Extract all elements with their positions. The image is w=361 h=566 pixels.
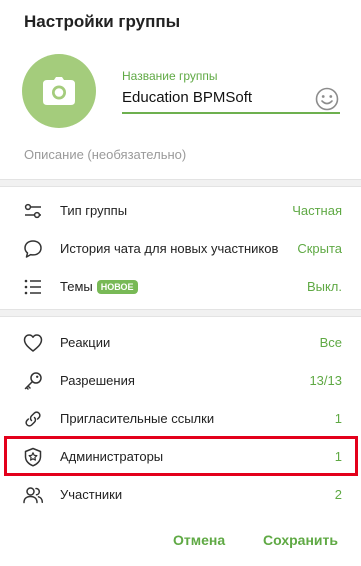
chat-history-label: История чата для новых участников <box>60 241 279 256</box>
section-divider <box>0 309 361 317</box>
key-icon <box>24 372 42 390</box>
reactions-value: Все <box>319 335 342 350</box>
group-type-row[interactable]: Тип группы Частная <box>0 192 361 230</box>
link-icon <box>25 411 41 427</box>
chat-history-value: Скрыта <box>297 241 342 256</box>
reactions-label: Реакции <box>60 335 111 350</box>
members-row[interactable]: Участники 2 <box>0 476 361 514</box>
topics-value: Выкл. <box>306 279 342 294</box>
permissions-label: Разрешения <box>60 373 135 388</box>
administrators-row[interactable]: Администраторы 1 <box>0 438 361 476</box>
section-divider <box>0 179 361 187</box>
invite-links-value: 1 <box>334 411 342 426</box>
reactions-row[interactable]: Реакции Все <box>0 324 361 362</box>
cancel-button[interactable]: Отмена <box>173 532 225 548</box>
new-badge: НОВОЕ <box>96 280 138 294</box>
shield-star-icon <box>24 447 42 467</box>
chat-history-row[interactable]: История чата для новых участников Скрыта <box>0 230 361 268</box>
set-photo-button[interactable] <box>22 54 96 128</box>
chat-bubble-icon <box>24 240 42 258</box>
topics-label-text: Темы <box>60 279 93 294</box>
people-icon <box>23 487 44 504</box>
permissions-row[interactable]: Разрешения 13/13 <box>0 362 361 400</box>
description-field[interactable]: Описание (необязательно) <box>24 147 186 162</box>
members-value: 2 <box>334 487 342 502</box>
permissions-value: 13/13 <box>309 373 342 388</box>
group-name-input[interactable] <box>122 86 340 114</box>
administrators-label: Администраторы <box>60 449 164 464</box>
topics-row[interactable]: Темы НОВОЕ Выкл. <box>0 268 361 306</box>
camera-icon <box>43 77 75 105</box>
group-name-label: Название группы <box>122 69 218 83</box>
members-label: Участники <box>60 487 123 502</box>
invite-links-row[interactable]: Пригласительные ссылки 1 <box>0 400 361 438</box>
dialog-title: Настройки группы <box>24 12 181 31</box>
group-type-value: Частная <box>292 203 342 218</box>
group-type-label: Тип группы <box>60 203 128 218</box>
smile-icon[interactable] <box>314 86 340 112</box>
topics-label: Темы НОВОЕ <box>60 279 138 294</box>
sliders-icon <box>24 203 41 219</box>
save-button[interactable]: Сохранить <box>263 532 338 548</box>
administrators-value: 1 <box>334 449 342 464</box>
heart-icon <box>23 334 43 352</box>
invite-links-label: Пригласительные ссылки <box>60 411 215 426</box>
list-icon <box>24 279 41 295</box>
